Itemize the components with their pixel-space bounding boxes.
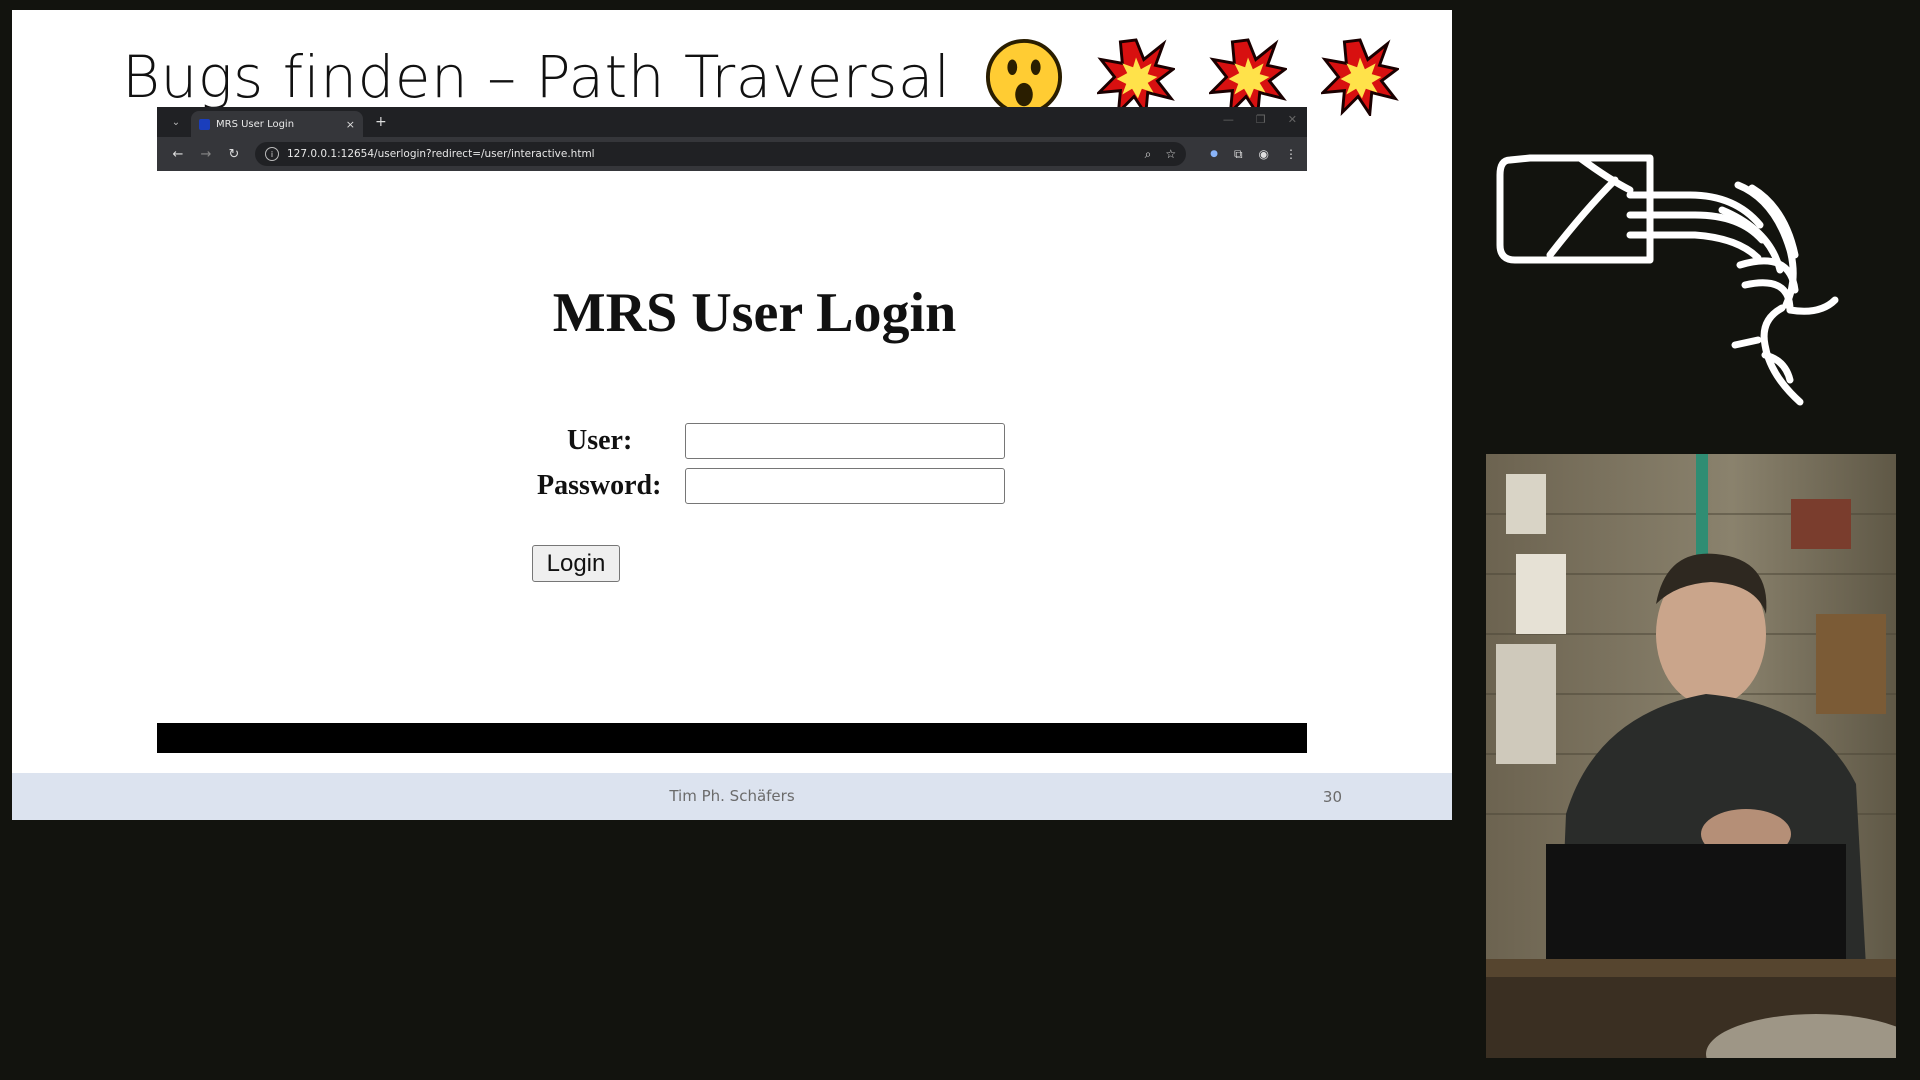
user-row: User: — [567, 423, 1005, 459]
tab-search-chevron-icon[interactable]: ⌄ — [167, 113, 185, 131]
reload-icon[interactable]: ↻ — [223, 147, 245, 162]
presentation-slide: Bugs finden – Path Traversal ⌄ MRS User … — [12, 10, 1452, 820]
window-controls: — ❐ ✕ — [1223, 113, 1297, 126]
password-label: Password: — [537, 470, 662, 501]
minimize-icon[interactable]: — — [1223, 113, 1234, 126]
tab-close-icon[interactable]: × — [346, 118, 355, 131]
web-page: MRS User Login User: Password: Login — [157, 171, 1307, 762]
footer-author: Tim Ph. Schäfers — [669, 787, 795, 805]
zoom-icon[interactable]: ⌕ — [1145, 147, 1152, 162]
url-text: 127.0.0.1:12654/userlogin?redirect=/user… — [287, 148, 595, 160]
bookmark-star-icon[interactable]: ☆ — [1165, 147, 1176, 161]
close-window-icon[interactable]: ✕ — [1288, 113, 1297, 126]
favicon-icon — [199, 118, 210, 130]
browser-window: ⌄ MRS User Login × + — ❐ ✕ ← → ↻ i 127.0… — [157, 107, 1307, 762]
login-button[interactable]: Login — [532, 545, 620, 582]
restore-icon[interactable]: ❐ — [1256, 113, 1266, 126]
new-tab-icon[interactable]: + — [375, 114, 387, 130]
tab-title: MRS User Login — [216, 118, 295, 130]
slide-page-number: 30 — [1322, 788, 1342, 806]
browser-toolbar: ← → ↻ i 127.0.0.1:12654/userlogin?redire… — [157, 137, 1307, 171]
slide-title: Bugs finden – Path Traversal — [122, 43, 951, 111]
presenter-webcam — [1486, 454, 1896, 1058]
forward-icon[interactable]: → — [195, 147, 217, 162]
browser-tab-bar: ⌄ MRS User Login × + — ❐ ✕ — [157, 107, 1307, 137]
face-open-mouth-icon — [985, 38, 1062, 116]
collision-icon — [1208, 38, 1287, 116]
extensions-puzzle-icon[interactable]: ⧉ — [1234, 147, 1243, 162]
user-input[interactable] — [685, 423, 1005, 459]
collision-icon — [1320, 38, 1399, 116]
user-label: User: — [567, 425, 633, 456]
menu-kebab-icon[interactable]: ⋮ — [1285, 147, 1297, 161]
black-bar — [157, 723, 1307, 753]
back-icon[interactable]: ← — [167, 147, 189, 162]
octopus-logo-icon — [1496, 154, 1839, 406]
password-input[interactable] — [685, 468, 1005, 504]
address-bar[interactable]: i 127.0.0.1:12654/userlogin?redirect=/us… — [255, 142, 1187, 166]
slide-footer: Tim Ph. Schäfers 30 — [12, 773, 1452, 820]
collision-icon — [1096, 38, 1175, 116]
login-heading: MRS User Login — [552, 282, 957, 344]
site-info-icon[interactable]: i — [265, 147, 279, 161]
extension-dot-icon[interactable]: ● — [1210, 149, 1218, 159]
password-row: Password: — [537, 468, 1005, 504]
browser-tab[interactable]: MRS User Login × — [191, 111, 363, 137]
profile-icon[interactable]: ◉ — [1259, 147, 1269, 161]
